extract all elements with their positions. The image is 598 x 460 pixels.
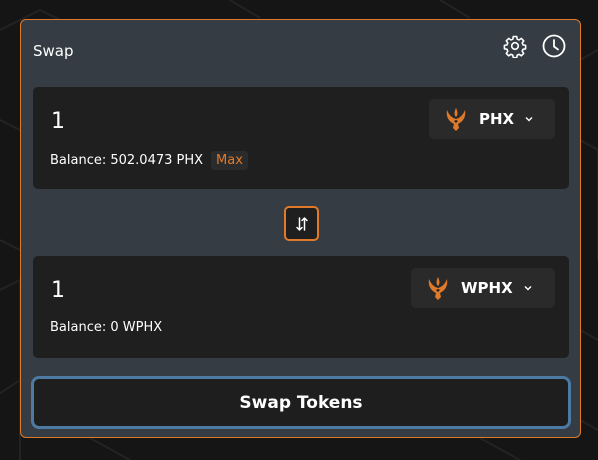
from-token-selector[interactable]: PHX <box>429 99 555 139</box>
to-token-selector[interactable]: WPHX <box>411 268 555 308</box>
swap-card: Swap PHX Balance: 502.0473 PHX M <box>20 19 581 438</box>
to-balance-row: Balance: 0 WPHX <box>50 320 162 335</box>
chevron-down-icon <box>525 117 533 122</box>
swap-arrows-icon <box>295 216 308 231</box>
to-balance: Balance: 0 WPHX <box>50 320 163 335</box>
chevron-down-icon <box>524 286 532 291</box>
settings-button[interactable] <box>501 32 529 60</box>
from-amount-input[interactable] <box>51 104 271 138</box>
from-token-symbol: PHX <box>479 110 515 128</box>
gear-icon <box>503 35 527 58</box>
swap-title: Swap <box>33 42 74 60</box>
from-token-panel: PHX Balance: 502.0473 PHX Max <box>33 87 569 189</box>
to-token-symbol: WPHX <box>461 279 513 297</box>
switch-tokens-button[interactable] <box>284 206 319 241</box>
swap-tokens-button[interactable]: Swap Tokens <box>31 376 571 429</box>
clock-icon <box>542 34 566 58</box>
history-button[interactable] <box>540 32 568 60</box>
max-button[interactable]: Max <box>211 151 248 170</box>
from-balance-row: Balance: 502.0473 PHX Max <box>50 151 248 170</box>
to-amount-input[interactable] <box>51 273 271 307</box>
phoenix-logo-icon <box>428 277 448 300</box>
to-token-panel: WPHX Balance: 0 WPHX <box>33 256 569 358</box>
from-balance: Balance: 502.0473 PHX <box>50 153 204 168</box>
phoenix-logo-icon <box>446 108 466 131</box>
